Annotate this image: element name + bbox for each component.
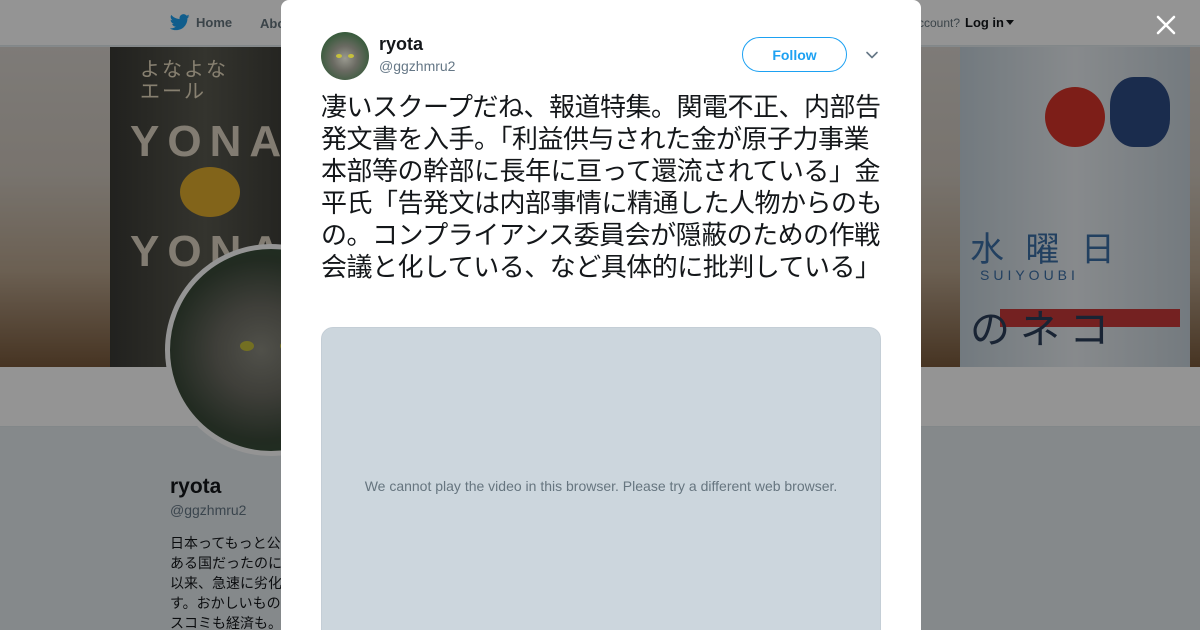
tweet-permalink-modal: ryota @ggzhmru2 Follow 凄いスクープだね、報道特集。関電不… <box>281 0 921 630</box>
video-unsupported-message: We cannot play the video in this browser… <box>364 478 838 494</box>
tweet-author-name[interactable]: ryota <box>379 34 423 55</box>
follow-button[interactable]: Follow <box>742 37 847 72</box>
tweet-menu-button[interactable] <box>865 48 879 62</box>
tweet-author-handle[interactable]: @ggzhmru2 <box>379 58 455 74</box>
close-modal-button[interactable] <box>1153 12 1179 38</box>
tweet-video-player[interactable]: We cannot play the video in this browser… <box>321 327 881 630</box>
avatar-eye-left <box>336 54 342 58</box>
avatar-eye-right <box>348 54 354 58</box>
chevron-down-icon <box>866 51 878 59</box>
tweet-author-avatar[interactable] <box>321 32 369 80</box>
close-icon <box>1156 15 1176 35</box>
tweet-text: 凄いスクープだね、報道特集。関電不正、内部告発文書を入手。「利益供与された金が原… <box>321 93 883 283</box>
